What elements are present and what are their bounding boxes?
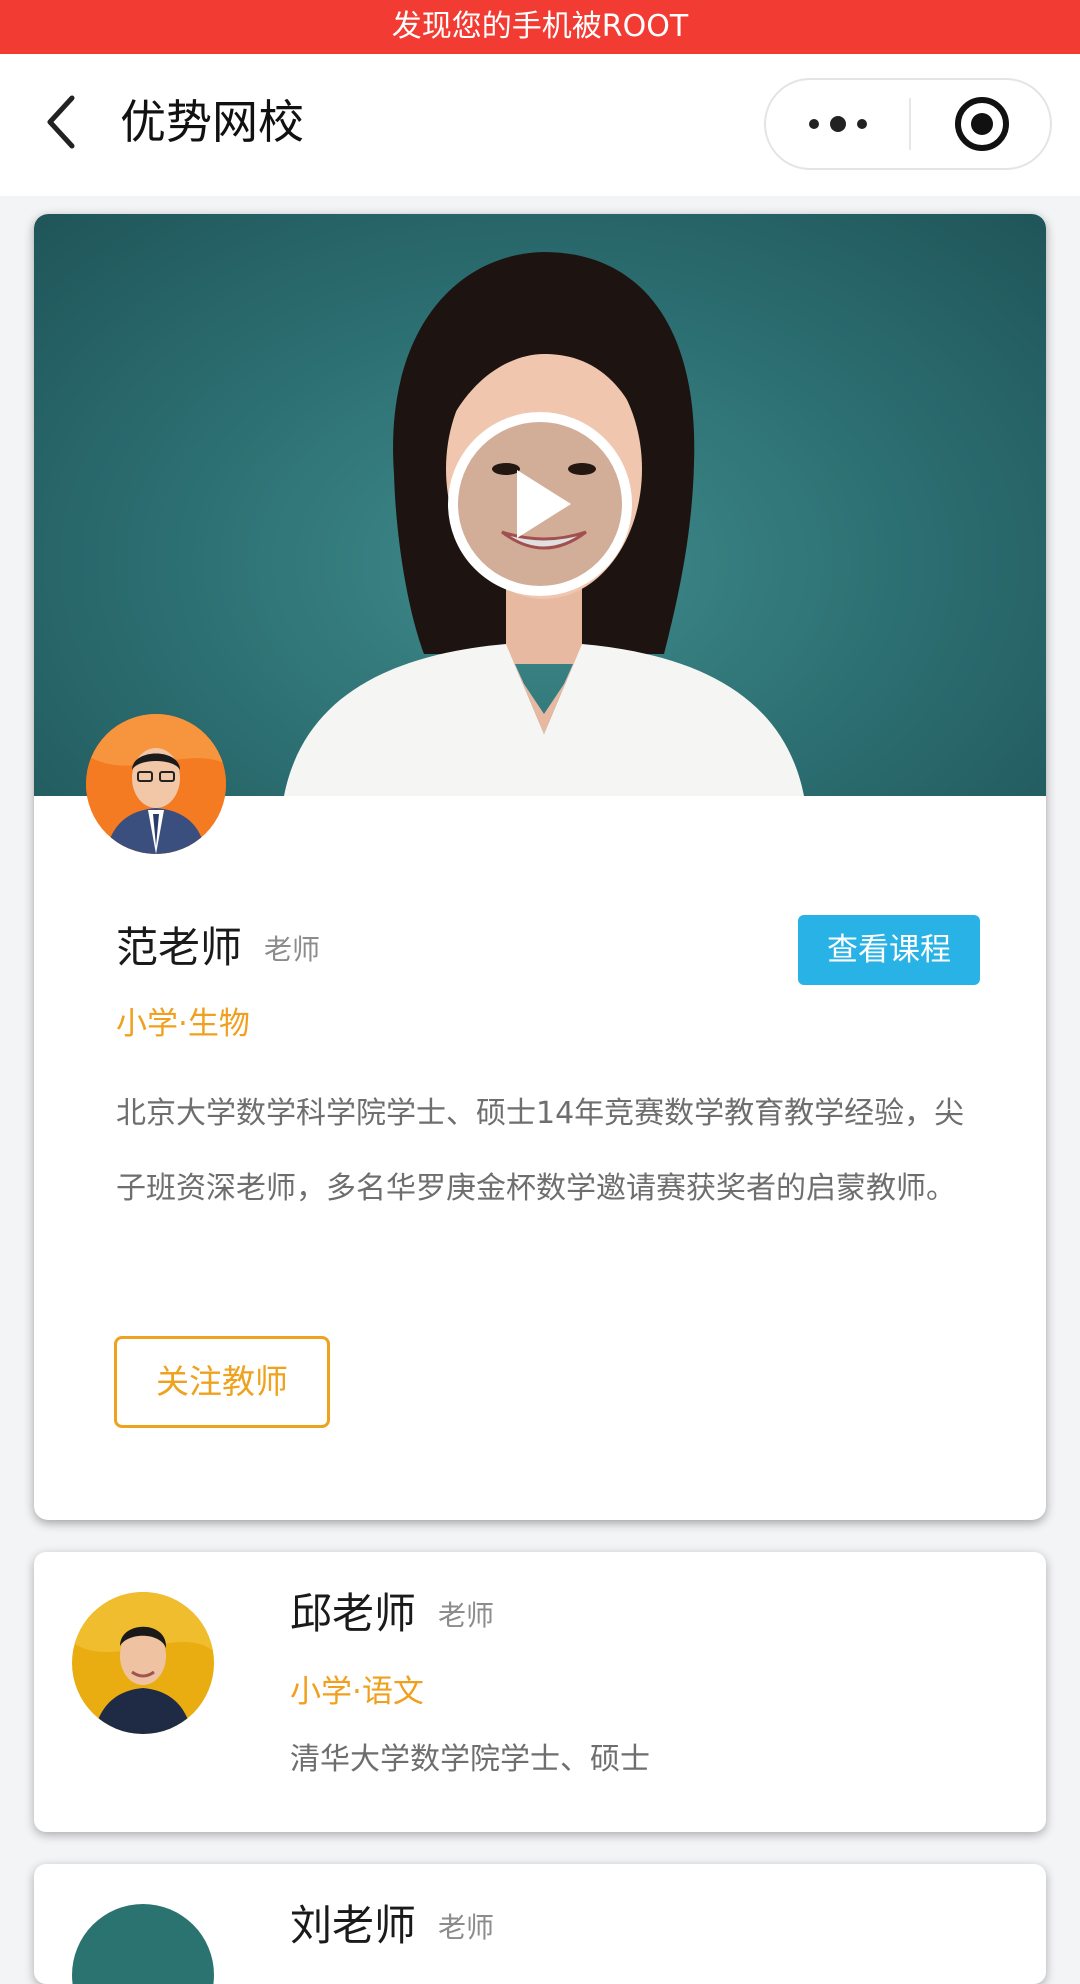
teacher-role: 老师 bbox=[264, 933, 321, 966]
page-title: 优势网校 bbox=[120, 95, 304, 149]
teacher-avatar bbox=[86, 714, 226, 854]
root-warning-text: 发现您的手机被ROOT bbox=[391, 9, 689, 44]
teacher-role: 老师 bbox=[438, 1599, 495, 1632]
chevron-left-icon bbox=[47, 95, 75, 149]
teacher-avatar bbox=[72, 1904, 214, 1984]
teacher-name: 邱老师 bbox=[290, 1589, 417, 1638]
more-dots-icon bbox=[809, 116, 867, 132]
teacher-bio: 北京大学数学科学院学士、硕士14年竞赛数学教育教学经验，尖子班资深老师，多名华罗… bbox=[116, 1096, 965, 1206]
follow-teacher-button[interactable]: 关注教师 bbox=[114, 1336, 330, 1428]
teacher-bio: 清华大学数学院学士、硕士 bbox=[290, 1742, 650, 1777]
more-button[interactable] bbox=[766, 80, 910, 168]
teacher-name: 范老师 bbox=[116, 923, 243, 972]
teacher-avatar-image bbox=[72, 1592, 214, 1734]
close-mini-program-button[interactable] bbox=[911, 80, 1052, 168]
target-circle-icon bbox=[954, 97, 1009, 151]
back-button[interactable] bbox=[32, 92, 92, 152]
teacher-avatar bbox=[72, 1592, 214, 1734]
capsule-menu bbox=[764, 78, 1052, 170]
view-course-button[interactable]: 查看课程 bbox=[798, 915, 980, 985]
teacher-avatar-image bbox=[72, 1904, 214, 1984]
featured-teacher-card: 范老师 老师 查看课程 小学·生物 北京大学数学科学院学士、硕士14年竞赛数学教… bbox=[34, 214, 1046, 1520]
play-icon bbox=[517, 470, 571, 538]
intro-video[interactable] bbox=[34, 214, 1046, 796]
teacher-subject: 小学·语文 bbox=[290, 1674, 424, 1710]
play-button[interactable] bbox=[448, 412, 632, 596]
teacher-subject: 小学·生物 bbox=[116, 1006, 250, 1042]
teacher-list-item[interactable]: 邱老师 老师 小学·语文 清华大学数学院学士、硕士 bbox=[34, 1552, 1046, 1832]
root-warning-banner: 发现您的手机被ROOT bbox=[0, 0, 1080, 54]
mini-program-header: 优势网校 bbox=[0, 54, 1080, 196]
teacher-name: 刘老师 bbox=[290, 1901, 417, 1950]
teacher-avatar-image bbox=[86, 714, 226, 854]
teacher-list-item[interactable]: 刘老师 老师 bbox=[34, 1864, 1046, 1984]
teacher-role: 老师 bbox=[438, 1911, 495, 1944]
